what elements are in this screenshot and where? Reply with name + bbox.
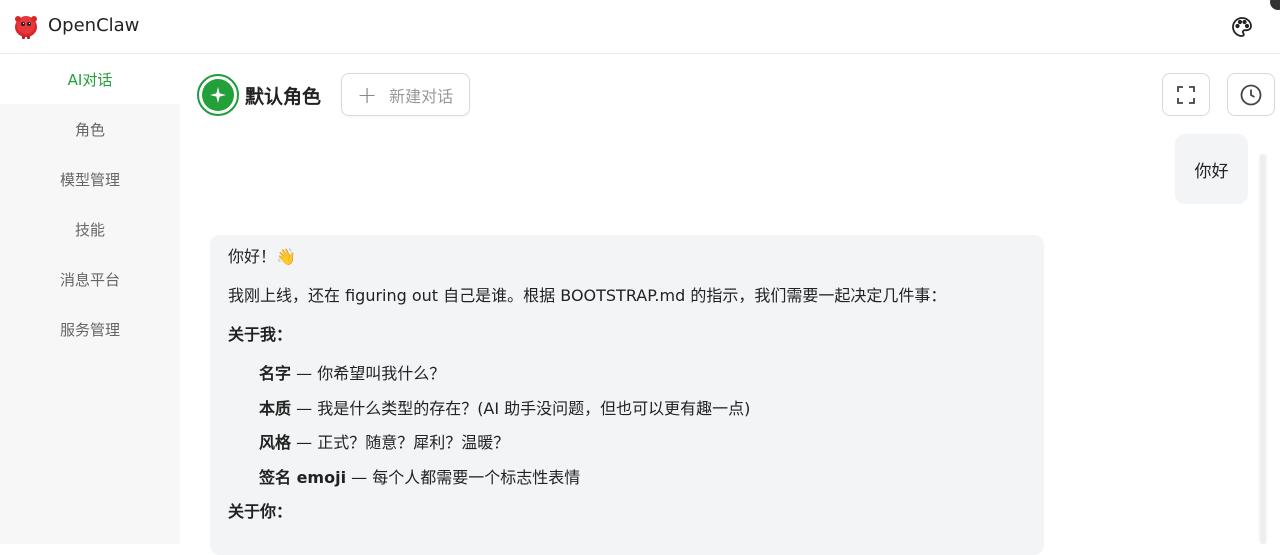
top-bar: OpenClaw [0, 0, 1280, 54]
plus-icon: + [357, 80, 378, 109]
assistant-greeting: 你好！👋 [228, 247, 296, 266]
user-message: 你好 [1175, 134, 1248, 204]
chat-main: 默认角色 + 新建对话 你好 你好！👋 我刚上线，还在 figuring out… [180, 54, 1280, 555]
sidebar-item-roles[interactable]: 角色 [0, 104, 180, 154]
sidebar: AI对话 角色 模型管理 技能 消息平台 服务管理 [0, 54, 180, 544]
chat-scrollbar-thumb[interactable] [1260, 154, 1266, 544]
list-item: 签名 emoji — 每个人都需要一个标志性表情 [259, 467, 581, 487]
sidebar-item-service-management[interactable]: 服务管理 [0, 304, 180, 354]
new-chat-button[interactable]: + 新建对话 [341, 73, 470, 116]
sidebar-item-skills[interactable]: 技能 [0, 204, 180, 254]
about-me-heading: 关于我： [228, 325, 293, 344]
history-button[interactable] [1227, 73, 1275, 116]
sparkle-icon [202, 79, 234, 111]
about-me-list: 名字 — 你希望叫我什么？ 本质 — 我是什么类型的存在？(AI 助手没问题，但… [228, 364, 1026, 488]
window-corner-indicator [1270, 0, 1280, 10]
list-item: 风格 — 正式？随意？犀利？温暖？ [259, 433, 510, 452]
sidebar-item-model-management[interactable]: 模型管理 [0, 154, 180, 204]
assistant-message: 你好！👋 我刚上线，还在 figuring out 自己是谁。根据 BOOTST… [210, 235, 1044, 555]
app-logo-icon[interactable] [10, 9, 42, 41]
list-item: 名字 — 你希望叫我什么？ [259, 364, 446, 383]
about-you-heading: 关于你： [228, 502, 293, 521]
sidebar-item-ai-chat[interactable]: AI对话 [0, 54, 180, 104]
fullscreen-button[interactable] [1162, 73, 1210, 116]
new-chat-label: 新建对话 [389, 86, 454, 106]
role-name[interactable]: 默认角色 [245, 82, 321, 109]
palette-icon[interactable] [1230, 15, 1254, 39]
sidebar-item-message-platform[interactable]: 消息平台 [0, 254, 180, 304]
fullscreen-icon [1177, 85, 1195, 104]
list-item: 本质 — 我是什么类型的存在？(AI 助手没问题，但也可以更有趣一点) [259, 398, 751, 418]
clock-icon [1240, 84, 1262, 105]
role-avatar[interactable] [197, 74, 239, 116]
app-title: OpenClaw [48, 15, 140, 36]
assistant-intro: 我刚上线，还在 figuring out 自己是谁。根据 BOOTSTRAP.m… [228, 286, 947, 305]
